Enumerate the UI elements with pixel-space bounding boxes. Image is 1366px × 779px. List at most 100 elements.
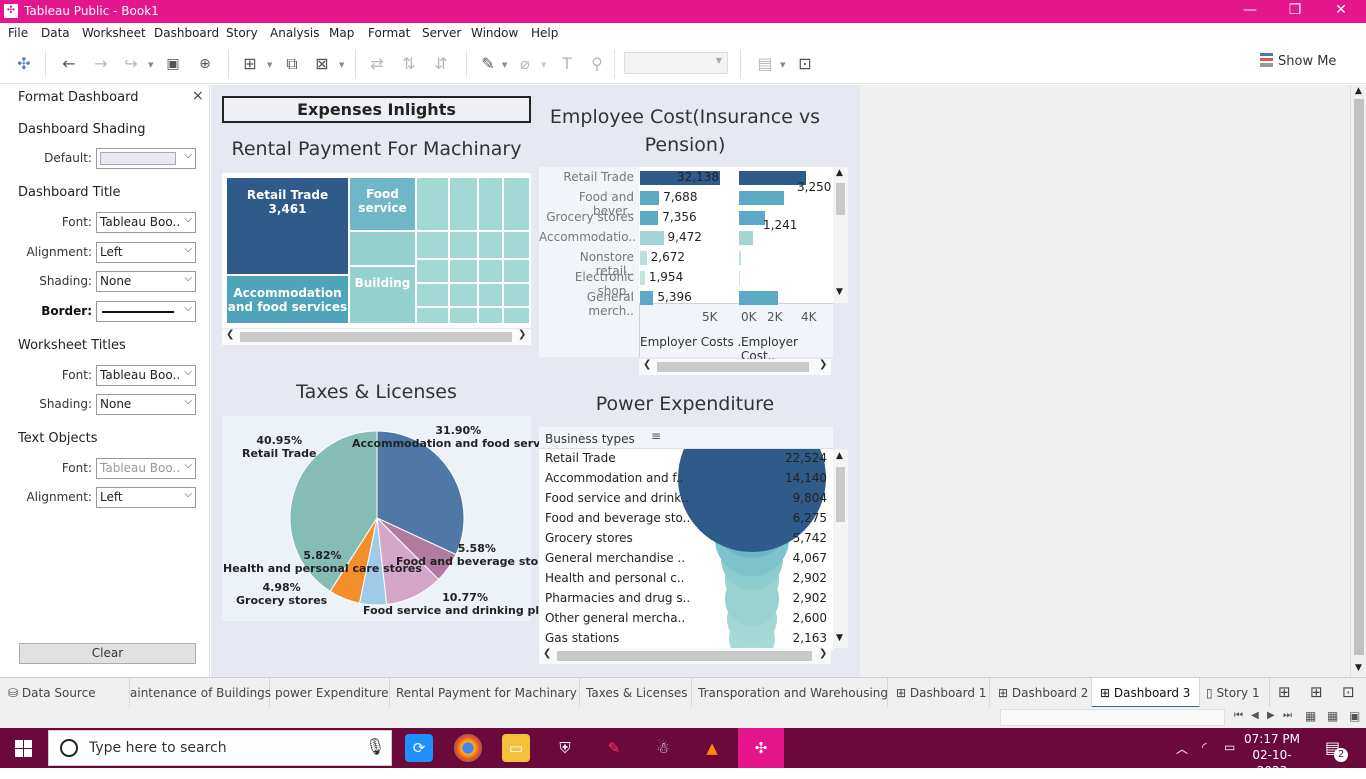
menu-window[interactable]: Window (471, 26, 518, 40)
border-select[interactable]: ⌵ (96, 301, 196, 322)
pension-bar[interactable] (739, 251, 741, 265)
microphone-icon[interactable]: 🎙 (365, 737, 385, 756)
fit-icon[interactable]: ▤ (754, 53, 776, 75)
file-explorer-icon[interactable]: ▭ (502, 734, 530, 762)
tab-transportation[interactable]: Transporation and Warehousing (692, 678, 888, 708)
insurance-bar[interactable] (640, 271, 645, 285)
title-alignment-select[interactable]: Left ⌵ (96, 242, 196, 263)
ws-shading-select[interactable]: None ⌵ (96, 394, 196, 415)
replay-icon[interactable]: ↪ (120, 53, 142, 75)
tab-rental-payment[interactable]: Rental Payment for Machinary (390, 678, 580, 708)
last-sheet-icon[interactable]: ⏭ (1283, 710, 1292, 721)
employee-cost-chart[interactable]: Retail Trade 32,138 3,250 Food and bever.. 7… (539, 167, 848, 363)
sync-app-icon[interactable]: ⟳ (405, 734, 433, 762)
treemap-tile-accommodation[interactable]: Accommodation and food services (226, 275, 349, 324)
treemap-tile-small[interactable] (349, 231, 416, 266)
fix-axes-icon[interactable]: ⚲ (586, 53, 608, 75)
treemap-tile[interactable] (416, 231, 449, 259)
group-icon[interactable]: ⌀ (514, 53, 536, 75)
new-worksheet-tab-icon[interactable]: ⊞ (1278, 683, 1291, 701)
treemap-tile-building[interactable]: Building (349, 266, 416, 324)
presentation-mode-icon[interactable]: ⊡ (794, 53, 816, 75)
power-row-label[interactable]: Food and beverage sto.. (545, 511, 690, 525)
clear-button[interactable]: Clear (19, 643, 196, 664)
menu-story[interactable]: Story (226, 26, 258, 40)
insurance-bar[interactable] (640, 231, 664, 245)
next-sheet-icon[interactable]: ▶ (1267, 710, 1275, 721)
treemap-tile[interactable] (449, 177, 478, 231)
scroll-left-icon[interactable]: ❮ (226, 329, 234, 340)
employee-vscrollbar[interactable]: ▲ ▼ (833, 167, 848, 303)
default-shading-select[interactable]: ⌵ (96, 148, 196, 169)
save-icon[interactable]: ▣ (162, 53, 184, 75)
paint-app-icon[interactable]: ✎ (600, 734, 628, 762)
text-alignment-select[interactable]: Left ⌵ (96, 487, 196, 508)
duplicate-sheet-icon[interactable]: ⧉ (281, 53, 303, 75)
rental-treemap[interactable]: Retail Trade 3,461 Food service Accommoda… (222, 173, 531, 328)
fit-width-combo[interactable]: ▼ (624, 52, 728, 74)
power-row-label[interactable]: Food service and drink.. (545, 491, 689, 505)
treemap-tile[interactable] (503, 177, 530, 231)
tabs-view-icon[interactable]: ▣ (1349, 709, 1360, 723)
menu-map[interactable]: Map (329, 26, 354, 40)
treemap-tile-retail-trade[interactable]: Retail Trade 3,461 (226, 177, 349, 275)
pension-bar[interactable] (739, 231, 754, 245)
linux-app-icon[interactable]: ☃ (649, 734, 677, 762)
text-font-select[interactable]: Tableau Boo.. ⌵ (96, 458, 196, 479)
filmstrip-icon[interactable]: ▦ (1327, 709, 1338, 723)
pension-bar[interactable] (739, 211, 765, 225)
redo-icon[interactable]: → (90, 53, 112, 75)
treemap-tile[interactable] (449, 307, 478, 324)
windows-start-icon[interactable] (15, 740, 32, 757)
power-vscrollbar[interactable]: ▲ ▼ (833, 449, 848, 648)
first-sheet-icon[interactable]: ⏮ (1234, 710, 1243, 721)
power-row-label[interactable]: Retail Trade (545, 451, 616, 465)
title-shading-select[interactable]: None ⌵ (96, 271, 196, 292)
tab-data-source[interactable]: ⛁ Data Source (0, 678, 130, 708)
new-data-source-icon[interactable]: ⊕ (194, 53, 216, 75)
power-hscrollbar[interactable]: ❮ ❯ (539, 648, 831, 664)
treemap-tile[interactable] (416, 307, 449, 324)
power-row-label[interactable]: Pharmacies and drug s.. (545, 591, 690, 605)
menu-analysis[interactable]: Analysis (270, 26, 319, 40)
pension-bar[interactable] (739, 271, 741, 285)
chevron-up-icon[interactable]: ︿ (1176, 740, 1188, 757)
insurance-bar[interactable] (640, 291, 654, 305)
canvas-vscrollbar[interactable]: ▲ ▼ (1350, 85, 1366, 677)
close-icon[interactable]: ✕ (1331, 2, 1351, 18)
sort-descending-icon[interactable]: ⇵ (430, 53, 452, 75)
treemap-tile[interactable] (449, 259, 478, 283)
scroll-left-icon[interactable]: ❮ (543, 648, 551, 659)
treemap-tile-food-service[interactable]: Food service (349, 177, 416, 231)
scroll-right-icon[interactable]: ❯ (819, 359, 827, 370)
scroll-left-icon[interactable]: ❮ (643, 359, 651, 370)
sheet-sorter-icon[interactable]: ▦ (1305, 709, 1316, 723)
scroll-right-icon[interactable]: ❯ (819, 648, 827, 659)
vlc-icon[interactable]: ▲ (698, 734, 726, 762)
treemap-tile[interactable] (449, 231, 478, 259)
tableau-home-icon[interactable]: ✣ (13, 53, 35, 75)
tab-dashboard-3[interactable]: ⊞ Dashboard 3 (1092, 678, 1200, 708)
tab-maintenance[interactable]: aintenance of Buildings (130, 678, 271, 708)
menu-file[interactable]: File (8, 26, 28, 40)
security-app-icon[interactable]: ⛨ (551, 734, 579, 762)
power-row-label[interactable]: Grocery stores (545, 531, 633, 545)
menu-server[interactable]: Server (422, 26, 461, 40)
insurance-bar[interactable] (640, 191, 660, 205)
menu-data[interactable]: Data (41, 26, 70, 40)
show-labels-icon[interactable]: T (556, 53, 578, 75)
taxes-pie-chart[interactable]: 40.95% Retail Trade 31.90% Accommodation a… (222, 416, 567, 621)
restore-icon[interactable]: ❐ (1285, 2, 1305, 18)
power-row-label[interactable]: Gas stations (545, 631, 619, 645)
swap-icon[interactable]: ⇄ (366, 53, 388, 75)
battery-icon[interactable]: ▭ (1224, 740, 1235, 754)
treemap-tile[interactable] (503, 231, 530, 259)
treemap-tile[interactable] (478, 231, 503, 259)
pension-bar[interactable] (739, 191, 785, 205)
ws-font-select[interactable]: Tableau Boo.. ⌵ (96, 365, 196, 386)
highlight-icon[interactable]: ✎ (477, 53, 499, 75)
power-row-label[interactable]: Accommodation and f.. (545, 471, 683, 485)
menu-worksheet[interactable]: Worksheet (82, 26, 146, 40)
treemap-tile[interactable] (416, 283, 449, 307)
treemap-tile[interactable] (416, 177, 449, 231)
